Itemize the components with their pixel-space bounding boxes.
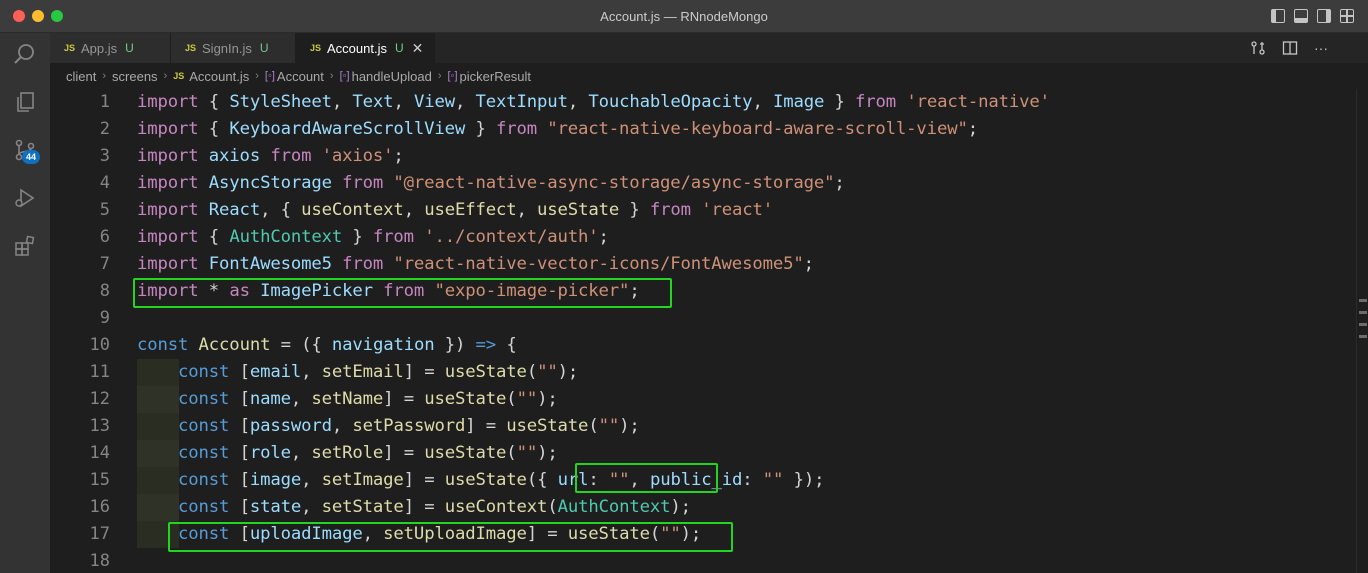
close-tab-icon[interactable]: ✕ (412, 40, 424, 57)
highlight-box-url (575, 463, 718, 493)
line-number: 5 (99, 200, 110, 220)
line-number: 17 (89, 524, 110, 544)
symbol-variable-icon: [◦] (447, 70, 458, 82)
source-control-badge: 44 (22, 150, 40, 164)
line-number: 6 (99, 227, 110, 247)
layout-controls (1271, 9, 1354, 23)
toggle-sidebar-icon[interactable] (1271, 9, 1285, 23)
code-line: import React, { useContext, useEffect, u… (137, 200, 773, 220)
toggle-panel-icon[interactable] (1294, 9, 1308, 23)
highlight-box-import (133, 278, 672, 308)
more-actions-icon[interactable]: ··· (1314, 40, 1328, 61)
tab-label: SignIn.js (202, 40, 252, 56)
line-number: 8 (99, 281, 110, 301)
breadcrumb-item[interactable]: Account (277, 69, 324, 84)
js-file-icon: JS (185, 43, 197, 53)
code-line: const [email, setEmail] = useState(""); (178, 362, 579, 382)
editor-scrollbar[interactable] (1356, 89, 1368, 573)
tab-signin-js[interactable]: JS SignIn.js U (171, 33, 296, 63)
code-line: const [name, setName] = useState(""); (178, 389, 558, 409)
symbol-variable-icon: [◦] (339, 70, 350, 82)
code-line: const [image, setImage] = useState({ url… (178, 470, 825, 490)
line-number: 4 (99, 173, 110, 193)
scroll-marker (1359, 323, 1367, 326)
tab-status: U (259, 41, 269, 55)
code-editor[interactable]: 1 2 3 4 5 6 7 8 9 10 11 12 13 14 15 16 1… (50, 89, 1356, 573)
activity-bar: 44 (0, 33, 50, 573)
chevron-right-icon: › (102, 70, 107, 82)
line-number: 7 (99, 254, 110, 274)
tab-status: U (395, 41, 404, 55)
breadcrumb-item[interactable]: screens (112, 69, 158, 84)
scroll-marker (1359, 335, 1367, 338)
code-line: import FontAwesome5 from "react-native-v… (137, 254, 814, 274)
scroll-marker (1359, 299, 1367, 302)
code-line: import { AuthContext } from '../context/… (137, 227, 609, 247)
highlight-box-upload-image (168, 522, 733, 552)
toggle-secondary-sidebar-icon[interactable] (1317, 9, 1331, 23)
code-line: const [password, setPassword] = useState… (178, 416, 640, 436)
editor-actions: ··· (1250, 40, 1328, 61)
tab-status: U (125, 41, 134, 55)
js-file-icon: JS (310, 43, 322, 53)
breadcrumb-item[interactable]: client (66, 69, 96, 84)
breadcrumb: client › screens › JS Account.js › [◦] A… (50, 63, 1368, 89)
chevron-right-icon: › (329, 70, 334, 82)
run-debug-icon[interactable] (12, 185, 38, 211)
breadcrumb-item[interactable]: Account.js (189, 69, 249, 84)
chevron-right-icon: › (437, 70, 442, 82)
search-icon[interactable] (12, 41, 38, 67)
extensions-icon[interactable] (12, 233, 38, 259)
line-number: 11 (89, 362, 110, 382)
js-file-icon: JS (64, 43, 76, 53)
line-number: 12 (89, 389, 110, 409)
code-line: import { StyleSheet, Text, View, TextInp… (137, 92, 1050, 112)
chevron-right-icon: › (163, 70, 168, 82)
code-line: const [role, setRole] = useState(""); (178, 443, 558, 463)
line-number-gutter: 1 2 3 4 5 6 7 8 9 10 11 12 13 14 15 16 1… (50, 89, 114, 573)
code-line: import axios from 'axios'; (137, 146, 404, 166)
line-number: 16 (89, 497, 110, 517)
tab-bar: JS App.js U JS SignIn.js U JS Account.js… (50, 33, 1368, 63)
window-title: Account.js — RNnodeMongo (600, 9, 768, 24)
line-number: 10 (89, 335, 110, 355)
tab-label: Account.js (327, 40, 387, 56)
code-line: const Account = ({ navigation }) => { (137, 335, 517, 355)
scroll-marker (1359, 311, 1367, 314)
line-number: 14 (89, 443, 110, 463)
split-editor-icon[interactable] (1282, 40, 1298, 61)
line-number: 18 (89, 551, 110, 571)
code-line: const [state, setState] = useContext(Aut… (178, 497, 691, 517)
line-number: 13 (89, 416, 110, 436)
open-changes-icon[interactable] (1250, 40, 1266, 61)
tab-label: App.js (81, 40, 118, 56)
breadcrumb-item[interactable]: pickerResult (460, 69, 532, 84)
line-number: 1 (99, 92, 110, 112)
code-line: import AsyncStorage from "@react-native-… (137, 173, 845, 193)
line-number: 15 (89, 470, 110, 490)
chevron-right-icon: › (255, 70, 259, 82)
title-bar: Account.js — RNnodeMongo (0, 0, 1368, 33)
customize-layout-icon[interactable] (1340, 9, 1354, 23)
line-number: 3 (99, 146, 110, 166)
line-number: 2 (99, 119, 110, 139)
breadcrumb-item[interactable]: handleUpload (352, 69, 432, 84)
tab-app-js[interactable]: JS App.js U (50, 33, 171, 63)
line-number: 9 (99, 308, 110, 328)
code-line: import { KeyboardAwareScrollView } from … (137, 119, 978, 139)
symbol-variable-icon: [◦] (264, 70, 275, 82)
tab-account-js[interactable]: JS Account.js U ✕ (296, 33, 435, 63)
files-icon[interactable] (12, 89, 38, 115)
js-file-icon: JS (173, 71, 185, 81)
